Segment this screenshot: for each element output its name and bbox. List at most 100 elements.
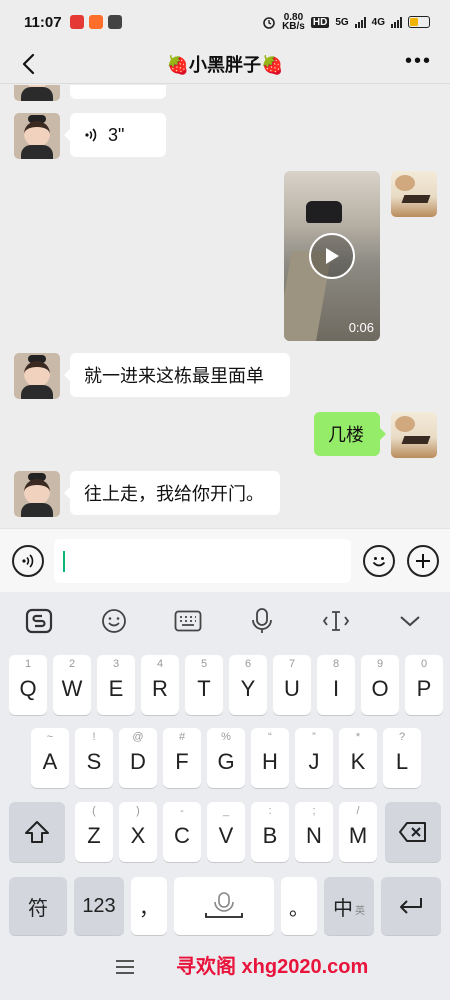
partial-message-bubble[interactable] bbox=[70, 85, 166, 99]
voice-message-bubble[interactable]: 3" bbox=[64, 113, 166, 157]
backspace-key[interactable] bbox=[385, 802, 441, 862]
contact-avatar[interactable] bbox=[14, 85, 60, 101]
key-g[interactable]: % G bbox=[207, 728, 245, 788]
period-key[interactable]: 。 bbox=[281, 877, 317, 935]
shift-key[interactable] bbox=[9, 802, 65, 862]
contact-avatar[interactable] bbox=[14, 471, 60, 517]
video-message[interactable]: 0:06 bbox=[284, 171, 380, 341]
key-i[interactable]: 8I bbox=[317, 655, 355, 715]
my-message-bubble[interactable]: 几楼 bbox=[314, 412, 386, 456]
sim1-label: 5G bbox=[335, 16, 349, 28]
message-input[interactable] bbox=[54, 539, 351, 583]
chevron-left-icon bbox=[22, 53, 35, 75]
key-s[interactable]: ! S bbox=[75, 728, 113, 788]
menu-icon[interactable] bbox=[116, 960, 134, 974]
key-k[interactable]: * K bbox=[339, 728, 377, 788]
cursor-move-button[interactable] bbox=[321, 606, 351, 636]
ime-logo-icon bbox=[25, 608, 53, 634]
my-avatar[interactable] bbox=[391, 412, 437, 458]
status-right: 0.80 KB/s HD 5G 4G bbox=[262, 12, 430, 32]
notification-icon-2 bbox=[88, 15, 103, 29]
key-q[interactable]: 1Q bbox=[9, 655, 47, 715]
contact-avatar[interactable] bbox=[14, 113, 60, 159]
notification-icon-3 bbox=[107, 15, 122, 29]
emoji-panel-button[interactable] bbox=[99, 606, 129, 636]
key-n[interactable]: ; N bbox=[295, 802, 333, 862]
video-duration: 0:06 bbox=[348, 320, 374, 335]
text-message-bubble[interactable]: 就一进来这栋最里面单 bbox=[64, 353, 290, 397]
voice-duration: 3" bbox=[108, 124, 125, 145]
emoji-icon bbox=[372, 557, 386, 567]
key-o[interactable]: 9O bbox=[361, 655, 399, 715]
keyboard-layout-button[interactable] bbox=[173, 606, 203, 636]
keyboard: 1Q 2W 3E 4R 5T 6Y 7U 8I 9O 0P ~ A ! S @ D #… bbox=[0, 592, 450, 1000]
key-m[interactable]: / M bbox=[339, 802, 377, 862]
add-more-button[interactable] bbox=[407, 545, 439, 577]
play-icon bbox=[309, 233, 355, 279]
microphone-icon bbox=[205, 892, 243, 918]
net-speed: 0.80 KB/s bbox=[282, 12, 305, 32]
hd-badge: HD bbox=[310, 16, 330, 28]
alarm-icon bbox=[263, 17, 275, 29]
chat-header: 🍓小黑胖子🍓 ••• bbox=[0, 44, 450, 84]
key-j[interactable]: ” J bbox=[295, 728, 333, 788]
key-d[interactable]: @ D bbox=[119, 728, 157, 788]
my-avatar[interactable] bbox=[391, 171, 437, 217]
key-c[interactable]: -C bbox=[163, 802, 201, 862]
key-b[interactable]: :B bbox=[251, 802, 289, 862]
bottom-nav: 寻欢阁 xhg2020.com bbox=[0, 944, 450, 1000]
voice-input-button[interactable] bbox=[12, 545, 44, 577]
key-l[interactable]: ? L bbox=[383, 728, 421, 788]
key-v[interactable]: _ V bbox=[207, 802, 245, 862]
sim2-label: 4G bbox=[371, 16, 385, 28]
voice-typing-button[interactable] bbox=[247, 606, 277, 636]
key-e[interactable]: 3E bbox=[97, 655, 135, 715]
numbers-key[interactable]: 123 bbox=[74, 877, 124, 935]
notification-icon-1 bbox=[69, 15, 84, 29]
key-t[interactable]: 5T bbox=[185, 655, 223, 715]
keyboard-toolbar bbox=[0, 592, 450, 650]
message-list[interactable]: 3" 0:06 就一进来这栋最里面单 几楼 往上走，我给你开门。 bbox=[0, 85, 450, 528]
ime-logo-button[interactable] bbox=[24, 606, 54, 636]
text-caret bbox=[63, 551, 65, 572]
text-cursor-icon bbox=[322, 611, 350, 631]
message-input-bar bbox=[0, 528, 450, 592]
key-a[interactable]: ~ A bbox=[31, 728, 69, 788]
symbols-key[interactable]: 符 bbox=[9, 877, 67, 935]
emoji-button[interactable] bbox=[363, 545, 395, 577]
key-u[interactable]: 7U bbox=[273, 655, 311, 715]
voice-wave-icon bbox=[22, 554, 34, 568]
smiley-icon bbox=[102, 609, 126, 633]
message-text: 几楼 bbox=[328, 425, 364, 445]
enter-key[interactable] bbox=[381, 877, 441, 935]
key-y[interactable]: 6Y bbox=[229, 655, 267, 715]
space-key[interactable] bbox=[174, 877, 274, 935]
battery-icon bbox=[408, 16, 430, 28]
signal-icon-2 bbox=[391, 16, 402, 28]
key-x[interactable]: ) X bbox=[119, 802, 157, 862]
key-f[interactable]: # F bbox=[163, 728, 201, 788]
message-text: 就一进来这栋最里面单 bbox=[84, 366, 264, 386]
voice-wave-icon bbox=[84, 127, 98, 143]
watermark-text: 寻欢阁 xhg2020.com bbox=[176, 956, 369, 978]
microphone-icon bbox=[252, 608, 272, 633]
key-w[interactable]: 2W bbox=[53, 655, 91, 715]
more-options-icon[interactable]: ••• bbox=[405, 51, 432, 71]
chat-title: 🍓小黑胖子🍓 bbox=[166, 54, 284, 75]
signal-icon-1 bbox=[354, 16, 366, 28]
plus-icon bbox=[416, 554, 430, 568]
contact-avatar[interactable] bbox=[14, 353, 60, 399]
comma-key[interactable]: ， bbox=[131, 877, 167, 935]
backspace-icon bbox=[399, 822, 426, 842]
text-message-bubble[interactable]: 往上走，我给你开门。 bbox=[64, 471, 280, 515]
hide-keyboard-button[interactable] bbox=[395, 606, 425, 636]
shift-icon bbox=[25, 821, 49, 843]
key-r[interactable]: 4R bbox=[141, 655, 179, 715]
status-bar: 11:07 0.80 KB/s HD 5G 4G bbox=[0, 0, 450, 44]
back-button[interactable] bbox=[14, 50, 42, 78]
language-switch-key[interactable]: 中英 bbox=[324, 877, 374, 935]
key-h[interactable]: “H bbox=[251, 728, 289, 788]
message-text: 往上走，我给你开门。 bbox=[84, 484, 264, 504]
key-z[interactable]: (Z bbox=[75, 802, 113, 862]
key-p[interactable]: 0P bbox=[405, 655, 443, 715]
